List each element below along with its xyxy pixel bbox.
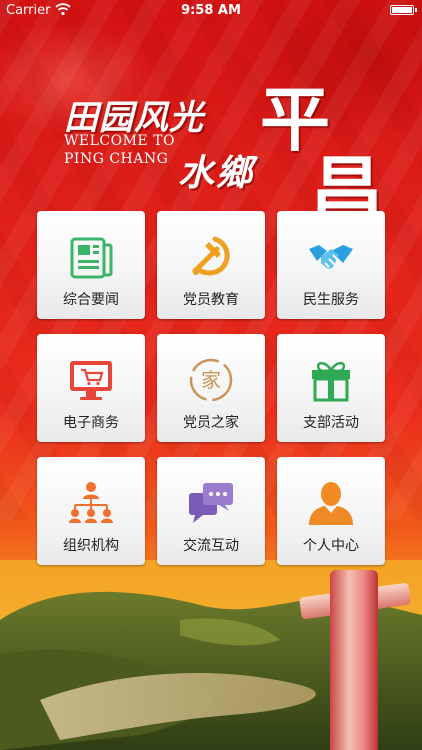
app-screen: Carrier 9:58 AM 田园风光 WELCOME TO PING CHA… [0,0,422,750]
menu-item-ecommerce[interactable]: 电子商务 [37,334,145,442]
home-seal-icon: 家 [189,358,233,402]
person-icon [309,482,353,525]
menu-item-label: 党员教育 [183,292,239,308]
menu-item-label: 组织机构 [63,538,119,554]
menu-item-label: 党员之家 [183,415,239,431]
status-bar: Carrier 9:58 AM [0,0,422,22]
chat-bubbles-icon [189,483,233,523]
welcome-text: WELCOME TO PING CHANG [64,132,175,168]
org-chart-icon [69,482,113,523]
menu-item-branch-activity[interactable]: 支部活动 [277,334,385,442]
welcome-line-2: PING CHANG [64,151,169,167]
menu-item-communication[interactable]: 交流互动 [157,457,265,565]
newspaper-icon [70,237,113,279]
menu-item-party-education[interactable]: 党员教育 [157,211,265,319]
menu-item-label: 电子商务 [63,415,119,431]
menu-item-party-home[interactable]: 家 党员之家 [157,334,265,442]
header-banner: 田园风光 WELCOME TO PING CHANG 水鄉 平 昌 [0,22,422,235]
cart-monitor-icon [70,361,112,400]
hammer-sickle-icon [192,236,230,276]
svg-text:家: 家 [201,368,221,392]
slogan-line-2: 水鄉 [178,152,255,194]
menu-item-label: 个人中心 [303,538,359,554]
menu-item-label: 支部活动 [303,415,359,431]
welcome-line-1: WELCOME TO [64,133,175,149]
menu-item-label: 交流互动 [183,538,239,554]
menu-item-organization[interactable]: 组织机构 [37,457,145,565]
gift-icon [312,361,350,402]
handshake-icon [309,245,353,269]
huabiao-pillar [330,570,378,750]
menu-item-news[interactable]: 综合要闻 [37,211,145,319]
menu-item-livelihood-service[interactable]: 民生服务 [277,211,385,319]
status-time: 9:58 AM [181,3,241,18]
battery-icon [390,5,417,15]
menu-item-label: 民生服务 [303,292,359,308]
menu-item-personal-center[interactable]: 个人中心 [277,457,385,565]
menu-item-label: 综合要闻 [63,292,119,308]
